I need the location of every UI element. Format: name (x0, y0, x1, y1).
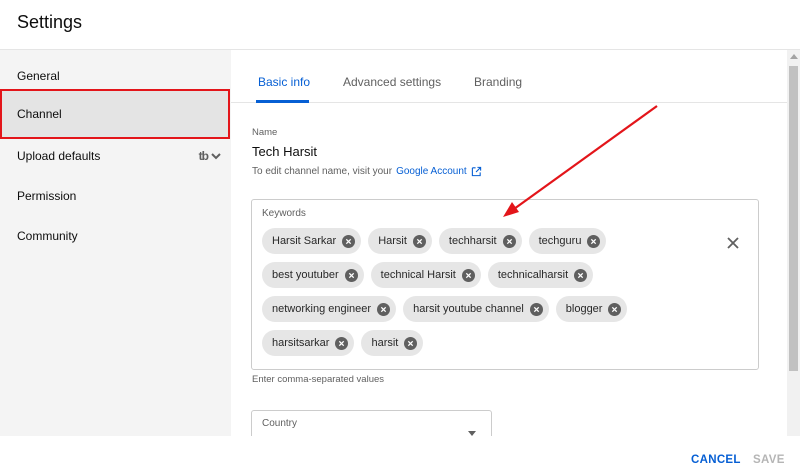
keyword-chip-label: technicalharsit (497, 269, 569, 281)
remove-keyword-icon[interactable] (377, 302, 391, 316)
dialog-header: Settings (0, 0, 800, 50)
keyword-chip-label: Harsit Sarkar (272, 235, 337, 247)
tab-bar: Basic info Advanced settings Branding (231, 50, 787, 103)
channel-name: Tech Harsit (252, 144, 318, 159)
upload-defaults-extras: tb (199, 149, 222, 163)
sidebar-item-upload-defaults[interactable]: Upload defaults tb (0, 137, 231, 175)
keyword-chip-label: techguru (538, 235, 582, 247)
sidebar-item-label: Community (17, 229, 78, 243)
sidebar-item-channel[interactable]: Channel (0, 89, 230, 139)
keywords-hint: Enter comma-separated values (252, 374, 385, 385)
sidebar-item-label: Permission (17, 189, 77, 203)
keyword-chip-label: blogger (565, 303, 603, 315)
keyword-chip: best youtuber (262, 262, 364, 288)
keyword-chip-list: Harsit Sarkar Harsit techharsit techguru bes… (262, 228, 702, 356)
dialog-footer: CANCEL SAVE (0, 436, 800, 466)
name-label: Name (252, 127, 278, 138)
external-link-icon[interactable] (471, 166, 482, 177)
keyword-chip: technical Harsit (370, 262, 481, 288)
sidebar-item-label: Upload defaults (17, 149, 101, 163)
edit-hint-text: To edit channel name, visit your (252, 166, 393, 177)
clear-all-keywords-icon[interactable] (725, 235, 741, 251)
keyword-chip-label: harsit youtube channel (413, 303, 524, 315)
scroll-up-arrow-icon[interactable] (790, 54, 798, 59)
keyword-chip: technicalharsit (487, 262, 594, 288)
chevron-down-icon (211, 153, 221, 160)
settings-content: Basic info Advanced settings Branding Na… (231, 50, 787, 436)
google-account-link[interactable]: Google Account (396, 166, 467, 177)
tab-advanced-settings[interactable]: Advanced settings (343, 75, 441, 89)
sidebar-item-permission[interactable]: Permission (0, 177, 231, 215)
remove-keyword-icon[interactable] (608, 302, 622, 316)
remove-keyword-icon[interactable] (342, 234, 356, 248)
tab-basic-info[interactable]: Basic info (258, 75, 310, 89)
keywords-label: Keywords (262, 208, 306, 219)
keyword-chip-label: harsit (371, 337, 399, 349)
edit-name-hint: To edit channel name, visit your Google … (252, 166, 482, 177)
keywords-field[interactable]: Keywords Harsit Sarkar Harsit techharsit te… (251, 199, 759, 370)
remove-keyword-icon[interactable] (344, 268, 358, 282)
keyword-chip: Harsit (368, 228, 432, 254)
keyword-chip-label: technical Harsit (380, 269, 456, 281)
remove-keyword-icon[interactable] (587, 234, 601, 248)
keyword-chip: techharsit (438, 228, 522, 254)
keyword-chip: techguru (528, 228, 607, 254)
keyword-chip: Harsit Sarkar (262, 228, 362, 254)
keyword-chip-label: networking engineer (272, 303, 372, 315)
remove-keyword-icon[interactable] (461, 268, 475, 282)
sidebar-item-community[interactable]: Community (0, 217, 231, 255)
save-button[interactable]: SAVE (753, 454, 785, 466)
tab-branding[interactable]: Branding (474, 75, 522, 89)
remove-keyword-icon[interactable] (335, 336, 349, 350)
country-label: Country (262, 418, 298, 429)
feature-badge-icon: tb (198, 149, 209, 163)
keyword-chip: networking engineer (262, 296, 397, 322)
remove-keyword-icon[interactable] (412, 234, 426, 248)
keyword-chip: blogger (555, 296, 628, 322)
keyword-chip: harsit youtube channel (403, 296, 549, 322)
keyword-chip-label: harsitsarkar (272, 337, 330, 349)
dialog-title: Settings (17, 12, 83, 32)
country-select[interactable]: Country (251, 410, 492, 436)
remove-keyword-icon[interactable] (574, 268, 588, 282)
vertical-scrollbar[interactable] (787, 50, 800, 436)
remove-keyword-icon[interactable] (502, 234, 516, 248)
remove-keyword-icon[interactable] (529, 302, 543, 316)
remove-keyword-icon[interactable] (404, 336, 418, 350)
scrollbar-thumb[interactable] (789, 66, 798, 371)
keyword-chip-label: techharsit (448, 235, 497, 247)
sidebar-item-label: Channel (17, 107, 62, 121)
active-tab-indicator (256, 100, 309, 103)
keyword-chip-label: Harsit (378, 235, 407, 247)
keyword-chip: harsit (361, 330, 424, 356)
cancel-button[interactable]: CANCEL (691, 454, 741, 466)
settings-sidebar: General Channel Upload defaults tb Permi… (0, 50, 231, 436)
sidebar-item-label: General (17, 69, 60, 83)
keyword-chip-label: best youtuber (272, 269, 339, 281)
keyword-chip: harsitsarkar (262, 330, 355, 356)
